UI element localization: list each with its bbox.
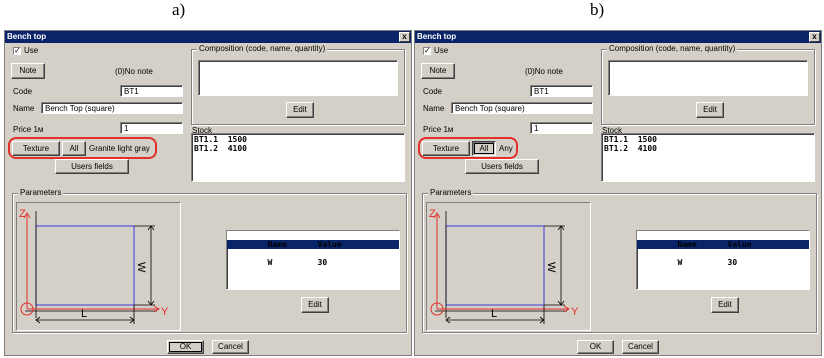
params-header-value: Value — [317, 240, 342, 249]
all-button[interactable]: All — [472, 141, 496, 156]
param-value: 30 — [317, 258, 328, 267]
users-fields-button[interactable]: Users fields — [55, 159, 129, 174]
param-value: 600 — [727, 249, 742, 258]
param-name: L — [677, 249, 683, 258]
bench-top-dialog-a: Bench top x ✓ Use Note (0)No note Code B… — [4, 30, 412, 356]
panel-label-a: a) — [172, 0, 186, 19]
name-field[interactable]: Bench Top (square) — [451, 102, 593, 114]
price-label: Price 1м — [423, 125, 454, 134]
params-edit-button[interactable]: Edit — [301, 297, 329, 313]
close-icon[interactable]: x — [809, 32, 820, 42]
parameters-group: Parameters Z Y L W Name Value L 600 W 30… — [422, 188, 817, 333]
composition-list[interactable] — [608, 60, 808, 96]
parameters-label: Parameters — [428, 188, 474, 197]
composition-label: Composition (code, name, quantity) — [197, 44, 328, 53]
name-label: Name — [13, 104, 35, 113]
dialog-title: Bench top — [5, 31, 411, 43]
price-label: Price 1м — [13, 125, 44, 134]
parameters-group: Parameters Z Y L W Name Value L 600 W 30… — [12, 188, 407, 333]
param-value: 600 — [317, 249, 332, 258]
name-label: Name — [423, 104, 445, 113]
composition-edit-button[interactable]: Edit — [286, 102, 314, 118]
stock-list[interactable]: BT1.1 1500 BT1.2 4100 — [191, 133, 405, 182]
use-checkbox[interactable]: ✓ — [13, 47, 21, 55]
note-status: (0)No note — [525, 67, 563, 76]
note-button[interactable]: Note — [421, 63, 455, 79]
ok-button[interactable]: OK — [577, 340, 614, 354]
close-icon[interactable]: x — [399, 32, 410, 42]
param-value: 30 — [727, 258, 738, 267]
composition-group: Composition (code, name, quantity) Edit — [191, 44, 405, 125]
price-field[interactable]: 1 — [530, 122, 593, 134]
dimension-drawing: Z Y L W — [19, 208, 169, 324]
use-checkbox[interactable]: ✓ — [423, 47, 431, 55]
texture-button[interactable]: Texture — [422, 141, 470, 156]
ok-button[interactable]: OK — [167, 340, 204, 354]
param-name: L — [267, 249, 273, 258]
texture-value: Granite light gray — [89, 144, 150, 153]
parameters-label: Parameters — [18, 188, 64, 197]
texture-button[interactable]: Texture — [12, 141, 60, 156]
params-header: Name Value — [637, 231, 809, 249]
stock-row[interactable]: BT1.1 1500 — [194, 135, 404, 144]
parameters-list[interactable]: Name Value L 600 W 30 — [636, 230, 810, 290]
params-header-value: Value — [727, 240, 752, 249]
bench-top-dialog-b: Bench top x ✓ Use Note (0)No note Code B… — [414, 30, 822, 356]
param-name: W — [677, 258, 683, 267]
code-label: Code — [423, 87, 443, 96]
width-label: W — [135, 262, 147, 273]
param-name: W — [267, 258, 273, 267]
y-axis-label: Y — [161, 306, 169, 318]
cancel-button[interactable]: Cancel — [212, 340, 249, 354]
code-label: Code — [13, 87, 33, 96]
stock-row[interactable]: BT1.1 1500 — [604, 135, 814, 144]
name-field[interactable]: Bench Top (square) — [41, 102, 183, 114]
y-axis-label: Y — [571, 306, 579, 318]
dimension-diagram: Z Y L W — [426, 202, 591, 331]
z-axis-label: Z — [429, 208, 436, 220]
length-label: L — [491, 308, 497, 320]
params-header-name: Name — [267, 240, 287, 249]
code-field[interactable]: BT1 — [120, 85, 183, 97]
all-button[interactable]: All — [62, 141, 86, 156]
note-status: (0)No note — [115, 67, 153, 76]
length-label: L — [81, 308, 87, 320]
use-label: Use — [434, 46, 449, 55]
composition-group: Composition (code, name, quantity) Edit — [601, 44, 815, 125]
code-field[interactable]: BT1 — [530, 85, 593, 97]
params-edit-button[interactable]: Edit — [711, 297, 739, 313]
composition-label: Composition (code, name, quantity) — [607, 44, 738, 53]
width-label: W — [545, 262, 557, 273]
stock-list[interactable]: BT1.1 1500 BT1.2 4100 — [601, 133, 815, 182]
cancel-button[interactable]: Cancel — [622, 340, 659, 354]
params-header-name: Name — [677, 240, 697, 249]
users-fields-button[interactable]: Users fields — [465, 159, 539, 174]
stock-row[interactable]: BT1.2 4100 — [194, 144, 404, 153]
dialog-title: Bench top — [415, 31, 821, 43]
composition-edit-button[interactable]: Edit — [696, 102, 724, 118]
dimension-drawing: Z Y L W — [429, 208, 579, 324]
texture-value: Any — [499, 144, 513, 153]
parameters-list[interactable]: Name Value L 600 W 30 — [226, 230, 400, 290]
note-button[interactable]: Note — [11, 63, 45, 79]
panel-label-b: b) — [590, 0, 605, 19]
z-axis-label: Z — [19, 208, 26, 220]
stock-row[interactable]: BT1.2 4100 — [604, 144, 814, 153]
params-header: Name Value — [227, 231, 399, 249]
dimension-diagram: Z Y L W — [16, 202, 181, 331]
composition-list[interactable] — [198, 60, 398, 96]
price-field[interactable]: 1 — [120, 122, 183, 134]
use-label: Use — [24, 46, 39, 55]
